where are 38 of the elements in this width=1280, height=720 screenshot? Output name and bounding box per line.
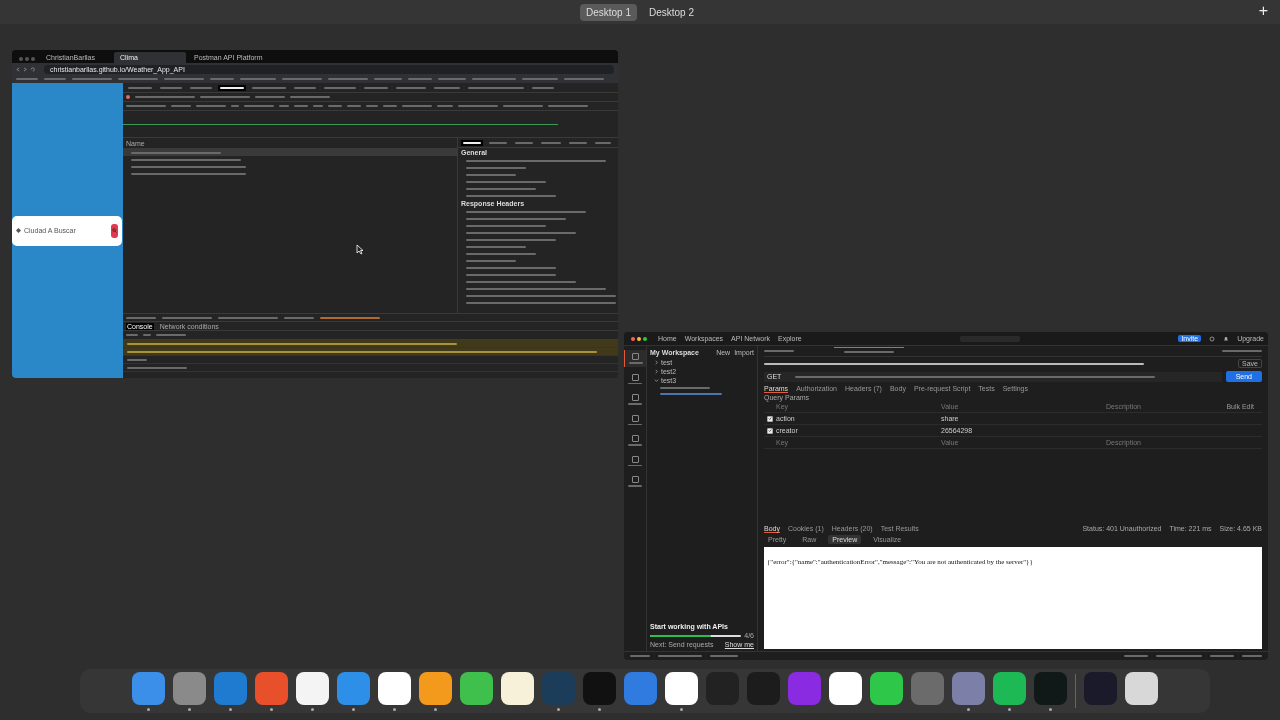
illegible-text	[466, 245, 526, 248]
illegible-text	[126, 316, 156, 319]
request-tab[interactable]	[834, 346, 904, 356]
illegible-text	[466, 166, 526, 169]
bell-icon[interactable]	[1223, 335, 1230, 342]
sidebar-item[interactable]	[624, 350, 646, 367]
app-icon[interactable]	[378, 671, 411, 705]
chevron-icon[interactable]	[654, 360, 659, 365]
illegible-text	[320, 316, 380, 319]
detail-tab[interactable]	[461, 139, 483, 146]
location-icon	[16, 228, 21, 233]
chevron-icon[interactable]	[654, 378, 659, 383]
chevron-icon[interactable]	[654, 369, 659, 374]
illegible-text	[218, 316, 278, 319]
illegible-text	[466, 252, 536, 255]
checkbox[interactable]	[767, 415, 773, 422]
desktop-tab[interactable]: Desktop 1	[579, 3, 637, 21]
app-icon[interactable]	[419, 671, 452, 705]
illegible-text	[466, 173, 516, 176]
app-icon[interactable]	[870, 671, 903, 705]
settings-icon[interactable]	[1209, 335, 1216, 342]
illegible-text	[466, 187, 536, 190]
app-icon[interactable]	[665, 671, 698, 705]
checkbox[interactable]	[767, 427, 773, 434]
illegible-text	[466, 259, 516, 262]
mouse-pointer-icon	[356, 244, 364, 255]
devtools-tab[interactable]	[218, 84, 246, 91]
record-icon[interactable]	[126, 95, 130, 99]
app-icon[interactable]	[460, 671, 493, 705]
add-desktop-button[interactable]: +	[1258, 2, 1268, 20]
search-button[interactable]	[111, 223, 118, 238]
illegible-text	[284, 316, 314, 319]
app-icon[interactable]	[296, 671, 329, 705]
app-icon[interactable]	[1125, 671, 1158, 705]
app-icon[interactable]	[501, 671, 534, 705]
app-icon[interactable]	[829, 671, 862, 705]
desktop-tab[interactable]: Desktop 2	[643, 3, 701, 21]
illegible-text	[162, 316, 212, 319]
